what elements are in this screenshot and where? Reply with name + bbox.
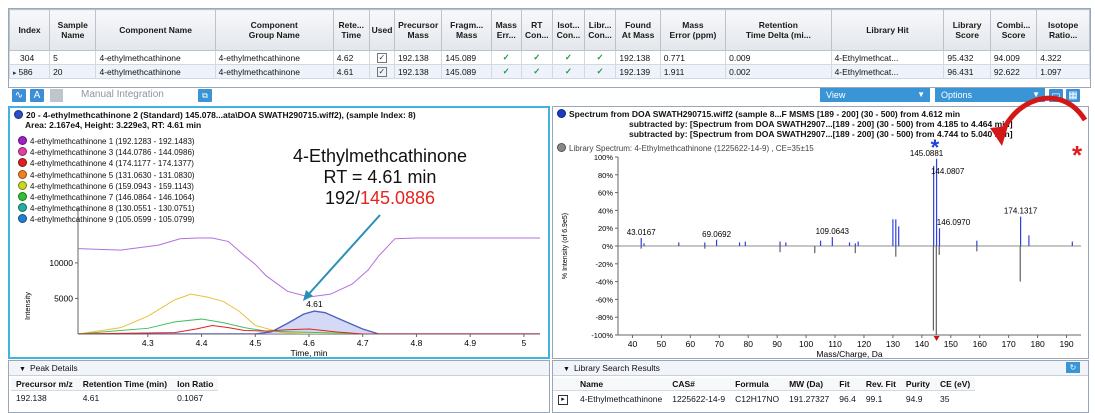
refresh-icon[interactable]: ↻: [1066, 362, 1080, 373]
peak-details-table: Precursor m/z Retention Time (min) Ion R…: [11, 378, 219, 406]
red-arrowhead: [990, 126, 1008, 146]
column-header: CE (eV): [935, 378, 976, 391]
table-cell: 1225622-14-9: [672, 394, 726, 404]
column-header: CAS#: [667, 378, 731, 391]
table-cell: 0.1067: [177, 393, 204, 403]
table-row[interactable]: ▸ 4-Ethylmethcathinone 1225622-14-9 C12H…: [553, 391, 975, 408]
library-results-header: Library Search Results: [573, 363, 660, 373]
column-header: MW (Da): [784, 378, 835, 391]
collapse-triangle-icon[interactable]: ▼: [563, 366, 570, 373]
column-header: Retention Time (min): [77, 378, 173, 391]
column-header: Formula: [730, 378, 785, 391]
table-cell: 4-Ethylmethcathinone: [580, 394, 663, 404]
peak-details-panel: ▼ Peak Details Precursor m/z Retention Ti…: [8, 360, 550, 413]
table-cell: 191.27327: [789, 394, 830, 404]
column-header: Purity: [900, 378, 935, 391]
column-header: Precursor m/z: [11, 378, 78, 391]
table-row[interactable]: 192.138 4.61 0.1067: [11, 391, 218, 406]
annotation-overlay: *: [303, 95, 1088, 301]
table-cell: 35: [940, 394, 950, 404]
rt-pointer-arrow: [306, 214, 381, 297]
collapse-triangle-icon[interactable]: ▼: [19, 366, 26, 373]
table-cell: 96.4: [839, 394, 856, 404]
red-star-icon: *: [1072, 140, 1083, 170]
column-header: Name: [575, 378, 668, 391]
library-search-panel: ▼ Library Search Results ↻ Name CAS# Form…: [552, 360, 1089, 413]
table-cell: 192.138: [16, 393, 47, 403]
column-header: [553, 378, 575, 391]
table-cell: 94.9: [905, 394, 923, 404]
table-cell: 99.1: [865, 394, 883, 404]
table-cell: 4.61: [82, 393, 100, 403]
column-header: Fit: [834, 378, 861, 391]
table-cell: C12H17NO: [735, 394, 780, 404]
row-selector-icon[interactable]: ▸: [553, 391, 575, 408]
library-results-table: Name CAS# Formula MW (Da) Fit Rev. Fit P…: [553, 378, 976, 408]
peak-details-header: Peak Details: [29, 363, 78, 373]
column-header: Ion Ratio: [172, 378, 219, 391]
column-header: Rev. Fit: [860, 378, 901, 391]
red-curved-arrow: [997, 95, 1088, 141]
